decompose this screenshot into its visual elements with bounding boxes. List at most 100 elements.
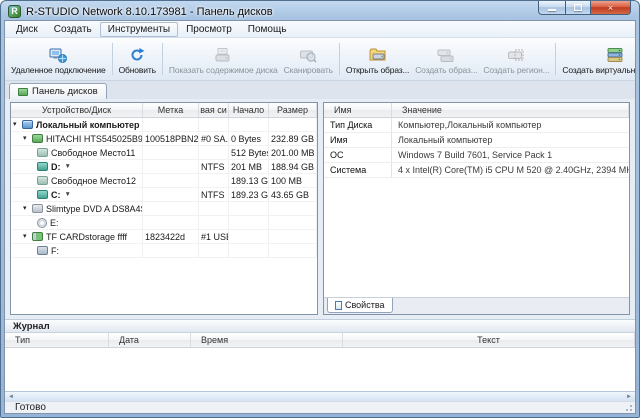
device-name: F:: [51, 246, 59, 256]
properties-header: Имя Значение: [324, 103, 629, 118]
column-header-date[interactable]: Дата: [109, 333, 191, 347]
resize-grip[interactable]: [623, 403, 632, 412]
menu-view[interactable]: Просмотр: [178, 22, 240, 37]
tree-expander-icon[interactable]: ▾: [23, 134, 32, 143]
column-header-value[interactable]: Значение: [392, 103, 629, 117]
menu-create[interactable]: Создать: [46, 22, 100, 37]
log-panel-caption: Журнал: [5, 319, 635, 333]
device-row-free-space-1[interactable]: Свободное Место11 512 Bytes 201.00 MB: [11, 146, 317, 160]
free-space-icon: [37, 148, 48, 157]
log-panel: Журнал Тип Дата Время Текст: [5, 319, 635, 391]
button-label: Обновить: [119, 65, 156, 75]
device-row-volume-e[interactable]: E:: [11, 216, 317, 230]
open-image-button[interactable]: Открыть образ...: [343, 40, 412, 78]
minimize-icon: [548, 9, 556, 11]
device-name: Локальный компьютер: [36, 120, 140, 130]
property-name: Имя: [324, 133, 392, 147]
create-image-button[interactable]: Создать образ...: [412, 40, 480, 78]
refresh-icon: [127, 47, 147, 63]
button-label: Открыть образ...: [346, 65, 409, 75]
main-area: Устройство/Диск Метка вая си Начало Разм…: [5, 99, 635, 319]
properties-tab-strip: Свойства: [324, 297, 629, 314]
close-button[interactable]: ×: [591, 1, 631, 15]
tree-expander-icon[interactable]: ▾: [13, 120, 22, 129]
property-row: Тип Диска Компьютер,Локальный компьютер: [324, 118, 629, 133]
device-name: D:: [51, 162, 61, 172]
property-row: ОС Windows 7 Build 7601, Service Pack 1: [324, 148, 629, 163]
status-text: Готово: [15, 402, 46, 413]
device-name: Slimtype DVD A DS8A4S ...: [46, 204, 143, 214]
property-value: Локальный компьютер: [392, 133, 629, 147]
show-disk-contents-button[interactable]: Показать содержимое диска: [166, 40, 281, 78]
create-virtual-raid-button[interactable]: Создать виртуальный RAID: [559, 40, 635, 78]
refresh-button[interactable]: Обновить: [116, 40, 159, 78]
hdd-icon: [32, 134, 43, 143]
property-name: Тип Диска: [324, 118, 392, 132]
property-value: 4 x Intel(R) Core(TM) i5 CPU M 520 @ 2.4…: [392, 163, 629, 177]
disk-panel-icon: [18, 88, 28, 96]
device-name: Свободное Место11: [51, 148, 135, 158]
tab-properties[interactable]: Свойства: [327, 298, 393, 313]
maximize-button[interactable]: [565, 1, 591, 15]
device-tree-panel: Устройство/Диск Метка вая си Начало Разм…: [10, 102, 318, 315]
client-area: Диск Создать Инструменты Просмотр Помощь…: [4, 20, 636, 414]
column-header-size[interactable]: Размер: [269, 103, 317, 117]
scroll-left-icon[interactable]: ◄: [8, 394, 14, 400]
status-bar: Готово: [5, 401, 635, 413]
window-controls: ×: [538, 1, 631, 15]
property-value: Windows 7 Build 7601, Service Pack 1: [392, 148, 629, 162]
tab-label: Панель дисков: [32, 86, 98, 97]
device-row-volume-c[interactable]: C:▼ NTFS 189.23 GB 43.65 GB: [11, 188, 317, 202]
toolbar: Удаленное подключение Обновить Показать …: [5, 38, 635, 81]
horizontal-scrollbar[interactable]: ◄ ►: [5, 391, 635, 401]
column-header-text[interactable]: Текст: [343, 333, 635, 347]
title-bar[interactable]: R R-STUDIO Network 8.10.173981 - Панель …: [1, 1, 639, 20]
properties-icon: [335, 301, 342, 310]
volume-icon: [37, 190, 48, 199]
column-header-label[interactable]: Метка: [143, 103, 199, 117]
button-label: Создать регион...: [483, 65, 549, 75]
column-header-type[interactable]: Тип: [5, 333, 109, 347]
device-row-dvd-drive[interactable]: ▾ Slimtype DVD A DS8A4S ...: [11, 202, 317, 216]
scroll-right-icon[interactable]: ►: [626, 394, 632, 400]
properties-panel: Имя Значение Тип Диска Компьютер,Локальн…: [323, 102, 630, 315]
device-row-volume-d[interactable]: D:▼ NTFS 201 MB 188.94 GB: [11, 160, 317, 174]
close-icon: ×: [608, 3, 613, 13]
menu-tools[interactable]: Инструменты: [100, 22, 178, 37]
properties-empty-area: [324, 178, 629, 297]
column-header-name[interactable]: Имя: [324, 103, 392, 117]
button-label: Удаленное подключение: [11, 65, 106, 75]
volume-dropdown-icon[interactable]: ▼: [65, 163, 71, 170]
tree-expander-icon[interactable]: ▾: [23, 232, 32, 241]
show-disk-contents-icon: [213, 47, 233, 63]
device-table-header: Устройство/Диск Метка вая си Начало Разм…: [11, 103, 317, 118]
column-header-start[interactable]: Начало: [229, 103, 269, 117]
minimize-button[interactable]: [538, 1, 565, 15]
create-region-icon: [506, 47, 526, 63]
menu-help[interactable]: Помощь: [240, 22, 295, 37]
device-row-usb[interactable]: ▾TF CARDstorage ffff 1823422d #1 USB: [11, 230, 317, 244]
disc-icon: [37, 218, 47, 228]
window-title: R-STUDIO Network 8.10.173981 - Панель ди…: [26, 6, 273, 18]
toolbar-separator: [555, 43, 556, 75]
device-row-hitachi[interactable]: ▾HITACHI HTS545025B9A... 100518PBN204...…: [11, 132, 317, 146]
create-image-icon: [436, 47, 456, 63]
button-label: Сканировать: [284, 65, 333, 75]
column-header-device[interactable]: Устройство/Диск: [11, 103, 143, 117]
toolbar-separator: [339, 43, 340, 75]
tree-expander-icon[interactable]: ▾: [23, 204, 32, 213]
volume-icon: [37, 162, 48, 171]
column-header-time[interactable]: Время: [191, 333, 343, 347]
menu-disk[interactable]: Диск: [8, 22, 46, 37]
toolbar-separator: [162, 43, 163, 75]
volume-dropdown-icon[interactable]: ▼: [65, 191, 71, 198]
device-row-local-computer[interactable]: ▾ Локальный компьютер: [11, 118, 317, 132]
remote-connection-button[interactable]: Удаленное подключение: [8, 40, 109, 78]
device-row-volume-f[interactable]: F:: [11, 244, 317, 258]
device-name: E:: [50, 218, 59, 228]
device-row-free-space-2[interactable]: Свободное Место12 189.13 GB 100 MB: [11, 174, 317, 188]
scan-button[interactable]: Сканировать: [281, 40, 336, 78]
tab-disk-panel[interactable]: Панель дисков: [9, 83, 107, 99]
column-header-filesystem[interactable]: вая си: [199, 103, 229, 117]
create-region-button[interactable]: Создать регион...: [480, 40, 552, 78]
